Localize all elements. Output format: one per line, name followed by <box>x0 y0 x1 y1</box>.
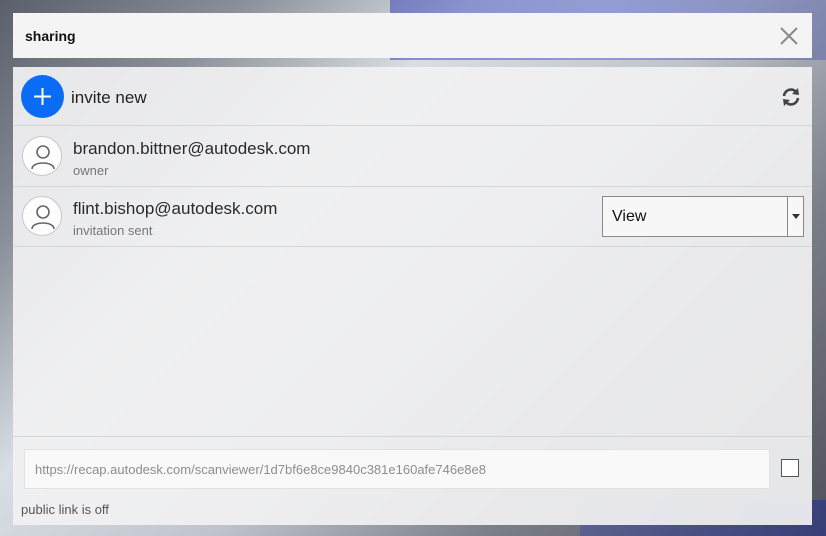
user-row-owner: brandon.bittner@autodesk.com owner <box>13 127 812 187</box>
user-email: brandon.bittner@autodesk.com <box>73 139 311 158</box>
public-link-status: public link is off <box>21 502 109 517</box>
plus-icon <box>34 88 51 105</box>
invite-new-button[interactable] <box>21 75 64 118</box>
avatar <box>22 196 62 236</box>
public-link-checkbox[interactable] <box>781 459 799 477</box>
dialog-header: sharing <box>13 13 812 58</box>
user-status: invitation sent <box>73 223 153 238</box>
public-link-field[interactable]: https://recap.autodesk.com/scanviewer/1d… <box>24 449 770 489</box>
permission-value: View <box>612 208 647 225</box>
avatar <box>22 136 62 176</box>
public-link-section: https://recap.autodesk.com/scanviewer/1d… <box>13 436 812 525</box>
user-email: flint.bishop@autodesk.com <box>73 199 278 218</box>
public-link-url: https://recap.autodesk.com/scanviewer/1d… <box>35 462 486 477</box>
invite-row: invite new <box>13 67 812 126</box>
close-icon <box>780 27 798 45</box>
user-icon <box>31 145 55 170</box>
close-button[interactable] <box>778 25 800 47</box>
invite-new-label[interactable]: invite new <box>71 88 147 108</box>
dropdown-toggle[interactable] <box>787 197 803 236</box>
sharing-panel: invite new brandon.bittner@autodesk.com … <box>13 67 812 525</box>
user-status: owner <box>73 163 109 178</box>
refresh-icon <box>782 88 800 106</box>
user-icon <box>31 205 55 230</box>
user-row-invited: flint.bishop@autodesk.com invitation sen… <box>13 187 812 247</box>
chevron-down-icon <box>792 214 800 219</box>
refresh-button[interactable] <box>780 86 802 108</box>
dialog-title: sharing <box>25 28 76 44</box>
permission-select[interactable]: View <box>602 196 804 237</box>
